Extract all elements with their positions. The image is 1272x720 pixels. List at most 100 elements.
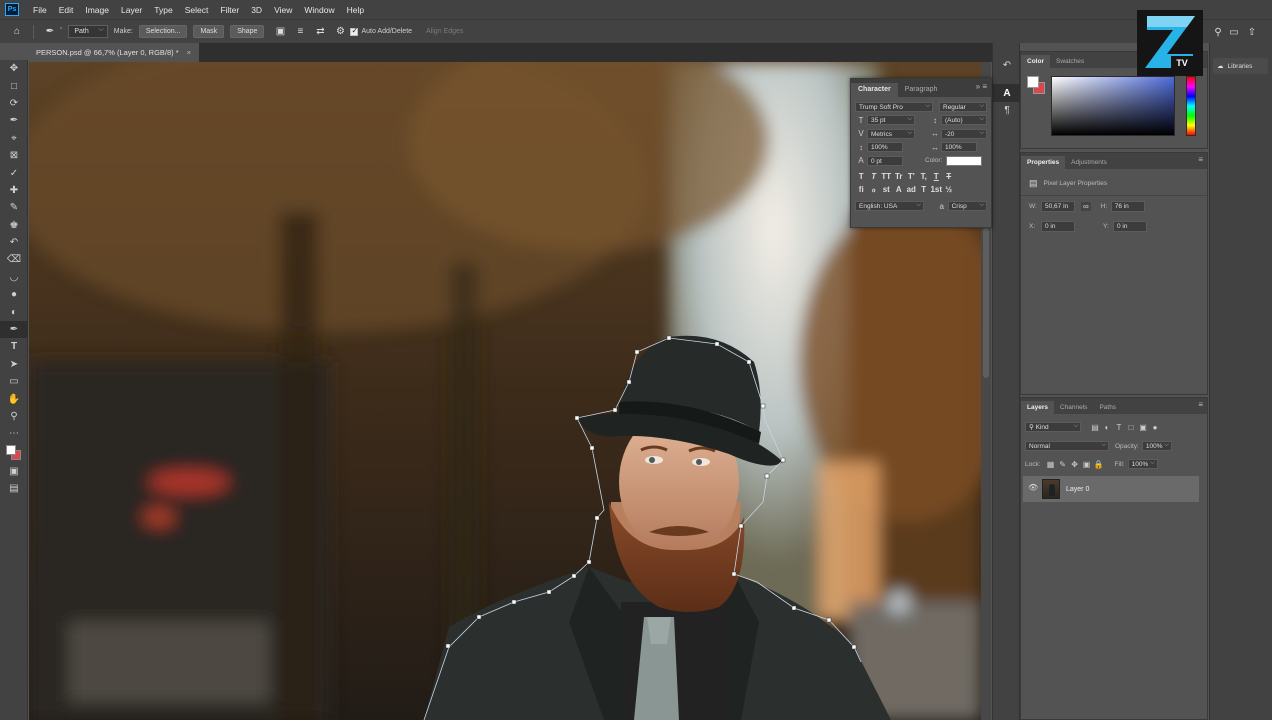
dodge-tool-icon[interactable]: ◐ xyxy=(0,303,28,320)
discretionary-ligatures-button[interactable]: st xyxy=(880,185,893,194)
filter-smart-object-icon[interactable]: ▣ xyxy=(1137,423,1149,432)
pen-tool-icon[interactable]: ✒ xyxy=(0,320,28,339)
zoom-tool-icon[interactable]: ⚲ xyxy=(0,408,28,425)
tab-swatches[interactable]: Swatches xyxy=(1050,55,1090,68)
pen-tool-icon[interactable]: ✒ xyxy=(43,25,57,39)
hand-tool-icon[interactable]: ✋ xyxy=(0,390,28,407)
scrollbar-thumb[interactable] xyxy=(983,228,989,378)
screen-mode-icon[interactable]: ▤ xyxy=(0,480,28,497)
font-size-field[interactable]: 35 pt xyxy=(867,115,915,126)
shape-tool-icon[interactable]: ▭ xyxy=(0,373,28,390)
close-tab-icon[interactable]: × xyxy=(187,48,191,57)
path-selection-tool-icon[interactable]: ➤ xyxy=(0,356,28,373)
lock-artboard-icon[interactable]: ▣ xyxy=(1081,460,1093,469)
lock-transparent-icon[interactable]: ▦ xyxy=(1045,460,1057,469)
menu-view[interactable]: View xyxy=(268,5,298,15)
auto-add-delete-checkbox[interactable] xyxy=(350,26,359,36)
crop-tool-icon[interactable]: ⌖ xyxy=(0,130,28,147)
make-selection-button[interactable]: Selection... xyxy=(138,25,188,38)
y-field[interactable]: 0 in xyxy=(1113,221,1147,232)
lock-image-icon[interactable]: ✎ xyxy=(1057,460,1069,469)
filter-type-icon[interactable]: T xyxy=(1113,423,1125,432)
fill-field[interactable]: 100% xyxy=(1127,459,1158,469)
color-swatches[interactable] xyxy=(0,443,28,463)
menu-type[interactable]: Type xyxy=(148,5,178,15)
paragraph-panel-icon[interactable]: ¶ xyxy=(993,102,1021,119)
workspace-icon[interactable]: ▭ xyxy=(1227,25,1241,39)
superscript-button[interactable]: T' xyxy=(905,172,918,181)
language-select[interactable]: English: USA xyxy=(855,201,924,212)
blur-tool-icon[interactable]: ● xyxy=(0,286,28,303)
character-panel-icon[interactable]: A xyxy=(993,84,1021,102)
filter-shape-icon[interactable]: □ xyxy=(1125,423,1137,432)
faux-italic-button[interactable]: T xyxy=(868,172,881,181)
small-caps-button[interactable]: Tr xyxy=(893,172,906,181)
panel-menu-icon[interactable]: ≡ xyxy=(1198,155,1203,164)
make-shape-button[interactable]: Shape xyxy=(230,25,265,38)
titling-alternates-button[interactable]: T xyxy=(918,185,931,194)
menu-file[interactable]: File xyxy=(27,5,53,15)
contextual-alternates-button[interactable]: ℴ xyxy=(868,185,881,194)
ligatures-button[interactable]: fi xyxy=(855,185,868,194)
kerning-field[interactable]: Metrics xyxy=(867,128,915,139)
vertical-scale-field[interactable]: 100% xyxy=(867,142,903,153)
opacity-field[interactable]: 100% xyxy=(1141,441,1172,451)
fractions-button[interactable]: ½ xyxy=(943,185,956,194)
link-icon[interactable]: ∞ xyxy=(1081,202,1091,211)
layer-filter-select[interactable]: ⚲ Kind xyxy=(1025,422,1081,432)
tab-character[interactable]: Character xyxy=(851,83,898,97)
color-spectrum[interactable] xyxy=(1051,76,1175,136)
tab-adjustments[interactable]: Adjustments xyxy=(1065,156,1113,169)
ordinals-button[interactable]: 1st xyxy=(930,185,943,194)
make-mask-button[interactable]: Mask xyxy=(193,25,225,38)
menu-layer[interactable]: Layer xyxy=(115,5,148,15)
lock-position-icon[interactable]: ✥ xyxy=(1069,460,1081,469)
quick-mask-icon[interactable]: ▣ xyxy=(0,463,28,480)
all-caps-button[interactable]: TT xyxy=(880,172,893,181)
width-field[interactable]: 50,67 in xyxy=(1041,201,1075,212)
layer-row[interactable]: 👁 Layer 0 xyxy=(1023,476,1199,502)
tab-properties[interactable]: Properties xyxy=(1021,156,1066,169)
eyedropper-tool-icon[interactable]: ✓ xyxy=(0,164,28,181)
healing-brush-tool-icon[interactable]: ✚ xyxy=(0,182,28,199)
stylistic-alternates-button[interactable]: ad xyxy=(905,185,918,194)
eraser-tool-icon[interactable]: ⌫ xyxy=(0,251,28,268)
document-tab[interactable]: PERSON.psd @ 66,7% (Layer 0, RGB/8) * × xyxy=(28,43,200,62)
visibility-eye-icon[interactable]: 👁 xyxy=(1028,483,1038,492)
move-tool-icon[interactable]: ✥ xyxy=(0,60,28,77)
tab-layers[interactable]: Layers xyxy=(1021,401,1054,414)
panel-menu-icon[interactable]: ≡ xyxy=(1198,400,1203,409)
panel-menu-icon[interactable]: » ≡ xyxy=(976,82,987,91)
brush-tool-icon[interactable]: ✎ xyxy=(0,199,28,216)
font-style-select[interactable]: Regular xyxy=(939,101,987,112)
filter-pixel-icon[interactable]: ▤ xyxy=(1089,423,1101,432)
history-brush-tool-icon[interactable]: ↶ xyxy=(0,234,28,251)
type-tool-icon[interactable]: T xyxy=(0,338,28,355)
text-color-swatch[interactable] xyxy=(946,155,983,166)
marquee-tool-icon[interactable]: □ xyxy=(0,77,28,94)
horizontal-scale-field[interactable]: 100% xyxy=(941,142,977,153)
tab-channels[interactable]: Channels xyxy=(1054,401,1093,414)
menu-filter[interactable]: Filter xyxy=(214,5,245,15)
foreground-color-swatch[interactable] xyxy=(6,444,16,455)
filter-toggle-icon[interactable]: ● xyxy=(1149,423,1161,432)
strikethrough-button[interactable]: T xyxy=(943,172,956,181)
lasso-tool-icon[interactable]: ⟳ xyxy=(0,95,28,112)
clone-stamp-tool-icon[interactable]: ♚ xyxy=(0,217,28,234)
foreground-color-chip[interactable] xyxy=(1027,76,1039,88)
menu-window[interactable]: Window xyxy=(298,5,340,15)
home-icon[interactable]: ⌂ xyxy=(10,25,24,39)
lock-all-icon[interactable]: 🔒 xyxy=(1093,460,1105,469)
font-family-select[interactable]: Trump Soft Pro xyxy=(855,101,933,112)
document-canvas[interactable] xyxy=(29,62,981,720)
height-field[interactable]: 76 in xyxy=(1110,201,1145,212)
path-operations-icon[interactable]: ▣ xyxy=(273,25,287,39)
tab-paths[interactable]: Paths xyxy=(1093,401,1122,414)
underline-button[interactable]: T xyxy=(930,172,943,181)
baseline-shift-field[interactable]: 0 pt xyxy=(867,155,903,166)
filter-adjustment-icon[interactable]: ◐ xyxy=(1101,423,1113,432)
leading-field[interactable]: (Auto) xyxy=(941,115,987,126)
swash-button[interactable]: A xyxy=(893,185,906,194)
tab-color[interactable]: Color xyxy=(1021,55,1050,68)
tool-preset-chevron-icon[interactable]: ˇ xyxy=(60,28,62,35)
